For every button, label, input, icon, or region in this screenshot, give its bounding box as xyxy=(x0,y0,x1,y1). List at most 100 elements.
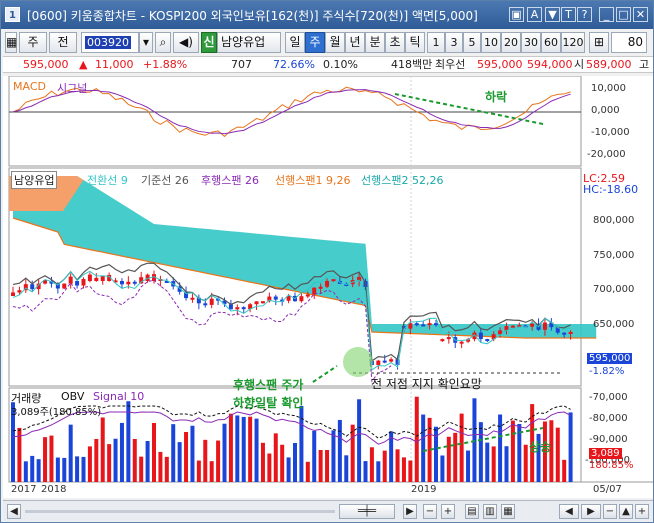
volume-ratio: 72.66% xyxy=(273,58,315,71)
stock-code-input[interactable]: 003920 xyxy=(81,32,139,53)
bid-price: 594,000 xyxy=(527,58,573,71)
period-year[interactable]: 년 xyxy=(345,32,365,53)
price-tick-1: 800,000 xyxy=(593,215,635,226)
candle-body xyxy=(459,341,464,344)
candle-body xyxy=(331,279,336,282)
period-week[interactable]: 주 xyxy=(305,32,325,53)
volume-bar xyxy=(491,446,496,482)
zoom-in-icon[interactable]: + xyxy=(441,504,455,519)
period-second[interactable]: 초 xyxy=(385,32,405,53)
volume-bar xyxy=(344,455,349,482)
volume-bar xyxy=(555,427,560,482)
volume-bar xyxy=(504,446,509,482)
lagging-annotation-2: 하향일탈 확인 xyxy=(233,396,304,410)
volume-bar xyxy=(414,396,419,482)
scroll-track[interactable] xyxy=(25,510,335,513)
obv-tick-3: -90,000 xyxy=(589,434,628,445)
chart-mode-2-icon[interactable]: ▥ xyxy=(483,504,497,519)
interval-10[interactable]: 10 xyxy=(481,32,501,53)
next-icon[interactable]: ▶ xyxy=(581,504,601,519)
search-icon[interactable]: ⌕ xyxy=(155,32,171,53)
volume-bar xyxy=(23,461,28,482)
candle-body xyxy=(62,283,67,289)
maximize-icon[interactable]: □ xyxy=(616,7,631,22)
chart-scrollbar[interactable]: ◀ ═╪═ ▶ − + ▤ ▥ ▦ ◀ ▶ − ▲ + xyxy=(3,500,653,521)
prev-icon[interactable]: ◀ xyxy=(559,504,579,519)
text-icon[interactable]: T xyxy=(561,7,576,22)
candle-body xyxy=(382,360,387,363)
chevron-down-icon[interactable]: ▾ xyxy=(139,32,153,53)
grid-icon[interactable]: ▦ xyxy=(5,32,17,53)
macd-trend-arrow xyxy=(394,93,544,125)
volume-bar xyxy=(510,420,515,482)
minus-icon[interactable]: − xyxy=(603,504,617,519)
interval-3[interactable]: 3 xyxy=(445,32,463,53)
credit-badge: 신 xyxy=(201,32,217,53)
minimize-icon[interactable]: _ xyxy=(599,7,614,22)
macd-tick-3: -10,000 xyxy=(591,127,630,138)
market-select[interactable]: 주 xyxy=(19,32,47,53)
candle-body xyxy=(254,301,259,305)
candle-body xyxy=(260,301,265,304)
interval-30[interactable]: 30 xyxy=(521,32,541,53)
obv-tick-1: -70,000 xyxy=(589,392,628,403)
candle-body xyxy=(446,337,451,340)
period-tick[interactable]: 틱 xyxy=(405,32,425,53)
scroll-right-icon[interactable]: ▶ xyxy=(403,504,417,519)
volume-bar xyxy=(350,424,355,482)
interval-60[interactable]: 60 xyxy=(541,32,561,53)
current-price: 595,000 xyxy=(23,58,69,71)
layout-icon[interactable]: ▣ xyxy=(509,7,524,22)
scroll-left-icon[interactable]: ◀ xyxy=(7,504,21,519)
chart-area[interactable]: MACD 시그널 하락 10,000 0,000 -10,000 -20,000… xyxy=(3,76,653,498)
volume-bar xyxy=(376,461,381,482)
volume-bar xyxy=(30,455,35,482)
volume-bar xyxy=(286,457,291,482)
chart-canvas[interactable] xyxy=(3,76,653,498)
period-day[interactable]: 일 xyxy=(285,32,305,53)
company-name: 남양유업 xyxy=(217,32,281,53)
interval-5[interactable]: 5 xyxy=(463,32,481,53)
volume-bar xyxy=(43,437,48,482)
interval-120[interactable]: 120 xyxy=(561,32,585,53)
volume-bar xyxy=(158,451,163,482)
legend-leading2: 선행스팬2 52,26 xyxy=(361,174,444,187)
volume-bar xyxy=(190,425,195,482)
candle-body xyxy=(209,298,214,305)
chart-settings-icon[interactable]: ⊞ xyxy=(589,32,609,53)
font-icon[interactable]: A xyxy=(527,7,542,22)
macd-signal-label: 시그널 xyxy=(57,82,88,95)
price-tick-4: 650,000 xyxy=(593,319,635,330)
macd-tick-4: -20,000 xyxy=(587,149,626,160)
interval-1[interactable]: 1 xyxy=(427,32,445,53)
volume-bar xyxy=(325,449,330,482)
scroll-thumb[interactable]: ═╪═ xyxy=(339,504,395,519)
zoom-out-icon[interactable]: − xyxy=(423,504,437,519)
volume-bar xyxy=(440,455,445,482)
candle-body xyxy=(542,322,547,330)
chart-mode-3-icon[interactable]: ▦ xyxy=(501,504,515,519)
volume-bar xyxy=(299,406,304,482)
volume-bar xyxy=(293,442,297,482)
type-select[interactable]: 전 xyxy=(49,32,77,53)
up-icon[interactable]: ▲ xyxy=(619,504,633,519)
macd-tick-1: 10,000 xyxy=(591,83,626,94)
candle-body xyxy=(305,294,310,297)
volume-bar xyxy=(260,442,265,482)
volume-bar xyxy=(113,438,118,482)
candle-body xyxy=(235,307,240,310)
period-minute[interactable]: 분 xyxy=(365,32,385,53)
count-input[interactable]: 80 xyxy=(611,32,647,53)
candle-body xyxy=(75,281,80,286)
plus-icon[interactable]: + xyxy=(635,504,649,519)
period-month[interactable]: 월 xyxy=(325,32,345,53)
dropdown-icon[interactable]: ▼ xyxy=(545,7,560,22)
help-icon[interactable]: ? xyxy=(577,7,592,22)
chart-mode-1-icon[interactable]: ▤ xyxy=(465,504,479,519)
speaker-icon[interactable]: ◀) xyxy=(173,32,199,53)
interval-20[interactable]: 20 xyxy=(501,32,521,53)
volume-bar xyxy=(382,450,387,482)
volume-bar xyxy=(100,417,105,482)
close-icon[interactable]: ✕ xyxy=(633,7,648,22)
legend-leading1: 선행스팬1 9,26 xyxy=(275,174,351,187)
